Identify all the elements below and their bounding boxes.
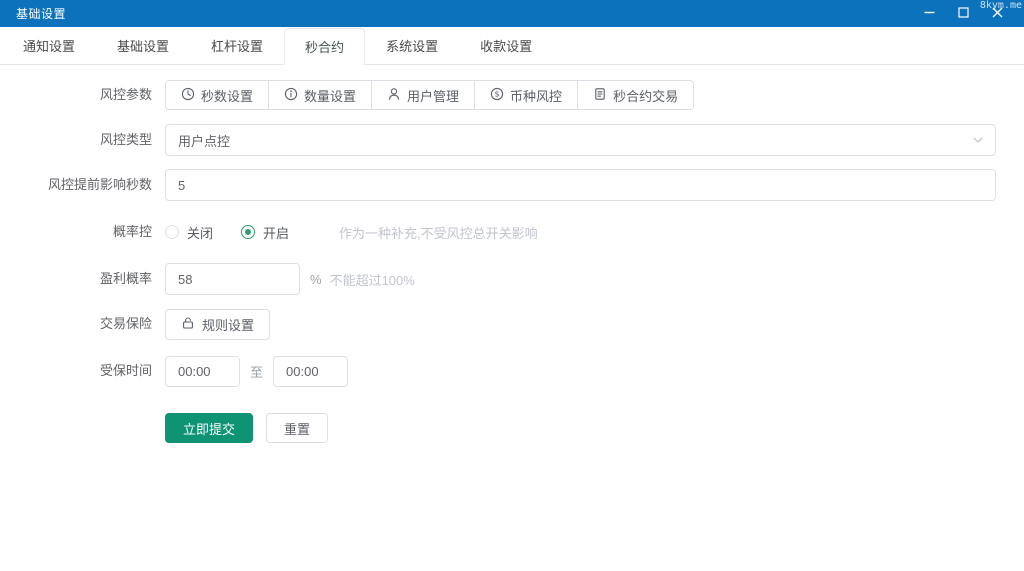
risk-params-label: 风控参数 xyxy=(0,79,165,111)
row-profit-probability: 盈利概率 % 不能超过100% xyxy=(0,263,1024,295)
tab-leverage-settings[interactable]: 杠杆设置 xyxy=(190,27,284,64)
tab-basic-settings[interactable]: 基础设置 xyxy=(96,27,190,64)
seconds-settings-button[interactable]: 秒数设置 xyxy=(165,80,269,110)
time-range-separator: 至 xyxy=(250,362,263,381)
profit-probability-hint: 不能超过100% xyxy=(330,270,415,289)
button-label: 秒数设置 xyxy=(201,86,253,105)
row-advance-seconds: 风控提前影响秒数 xyxy=(0,169,1024,201)
row-risk-type: 风控类型 用户点控 xyxy=(0,124,1024,156)
tab-label: 系统设置 xyxy=(386,36,438,55)
row-trade-insurance: 交易保险 规则设置 xyxy=(0,308,1024,340)
quantity-settings-button[interactable]: 数量设置 xyxy=(269,80,372,110)
window-title: 基础设置 xyxy=(16,5,66,22)
risk-type-label: 风控类型 xyxy=(0,124,165,156)
radio-on-label: 开启 xyxy=(263,223,289,242)
currency-risk-button[interactable]: $ 币种风控 xyxy=(475,80,578,110)
row-insured-time: 受保时间 至 xyxy=(0,355,1024,387)
window-controls xyxy=(912,0,1014,27)
tab-label: 秒合约 xyxy=(305,37,344,56)
radio-on[interactable]: 开启 xyxy=(241,223,289,242)
close-icon xyxy=(992,6,1003,21)
radio-circle-icon xyxy=(165,225,179,239)
document-icon xyxy=(593,87,607,104)
percent-unit: % xyxy=(310,272,322,287)
tab-system-settings[interactable]: 系统设置 xyxy=(365,27,459,64)
tab-label: 通知设置 xyxy=(23,36,75,55)
tab-second-contract[interactable]: 秒合约 xyxy=(284,28,365,65)
profit-probability-input[interactable] xyxy=(165,263,300,295)
window-titlebar: 基础设置 8kym.me xyxy=(0,0,1024,27)
tab-label: 收款设置 xyxy=(480,36,532,55)
profit-probability-label: 盈利概率 xyxy=(0,263,165,295)
submit-button[interactable]: 立即提交 xyxy=(165,413,253,443)
row-probability-control: 概率控 关闭 开启 作为一种补充,不受风控总开关影响 xyxy=(0,216,1024,248)
minimize-button[interactable] xyxy=(912,0,946,27)
radio-off-label: 关闭 xyxy=(187,223,213,242)
maximize-icon xyxy=(958,6,969,21)
user-icon xyxy=(387,87,401,104)
minimize-icon xyxy=(924,6,935,21)
tab-payment-settings[interactable]: 收款设置 xyxy=(459,27,553,64)
probability-control-hint: 作为一种补充,不受风控总开关影响 xyxy=(339,223,538,242)
trade-insurance-label: 交易保险 xyxy=(0,308,165,340)
maximize-button[interactable] xyxy=(946,0,980,27)
button-label: 秒合约交易 xyxy=(613,86,678,105)
chevron-down-icon xyxy=(973,137,983,143)
risk-type-select[interactable]: 用户点控 xyxy=(165,124,996,156)
row-risk-params: 风控参数 秒数设置 数量设置 xyxy=(0,79,1024,111)
radio-circle-icon xyxy=(241,225,255,239)
second-contract-form: 风控参数 秒数设置 数量设置 xyxy=(0,65,1024,443)
svg-text:$: $ xyxy=(495,89,500,98)
tab-label: 杠杆设置 xyxy=(211,36,263,55)
close-button[interactable] xyxy=(980,0,1014,27)
reset-button[interactable]: 重置 xyxy=(266,413,328,443)
rule-settings-button[interactable]: 规则设置 xyxy=(165,309,270,340)
radio-off[interactable]: 关闭 xyxy=(165,223,213,242)
clock-icon xyxy=(181,87,195,104)
risk-params-button-group: 秒数设置 数量设置 用户管理 xyxy=(165,80,694,110)
risk-type-value: 用户点控 xyxy=(178,131,230,150)
row-actions: 立即提交 重置 xyxy=(0,413,1024,443)
insured-time-to-input[interactable] xyxy=(273,356,348,387)
insured-time-label: 受保时间 xyxy=(0,355,165,387)
second-contract-trade-button[interactable]: 秒合约交易 xyxy=(578,80,694,110)
advance-seconds-input[interactable] xyxy=(165,169,996,201)
insured-time-from-input[interactable] xyxy=(165,356,240,387)
user-management-button[interactable]: 用户管理 xyxy=(372,80,475,110)
lock-icon xyxy=(181,316,195,333)
tab-label: 基础设置 xyxy=(117,36,169,55)
button-label: 用户管理 xyxy=(407,86,459,105)
settings-tabbar: 通知设置 基础设置 杠杆设置 秒合约 系统设置 收款设置 xyxy=(0,27,1024,65)
probability-control-label: 概率控 xyxy=(0,216,165,248)
button-label: 币种风控 xyxy=(510,86,562,105)
info-icon xyxy=(284,87,298,104)
tab-notification-settings[interactable]: 通知设置 xyxy=(2,27,96,64)
advance-seconds-label: 风控提前影响秒数 xyxy=(0,169,165,201)
button-label: 数量设置 xyxy=(304,86,356,105)
dollar-icon: $ xyxy=(490,87,504,104)
rule-settings-label: 规则设置 xyxy=(202,315,254,334)
